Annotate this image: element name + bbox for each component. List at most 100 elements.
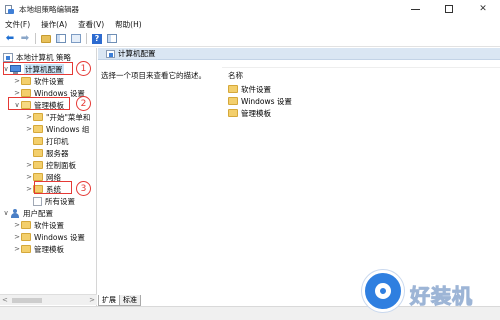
tab-extended-label: 扩展 xyxy=(102,296,116,304)
folder-icon xyxy=(21,89,31,97)
user-icon xyxy=(10,208,20,218)
list-item-admin-templates[interactable]: 管理模板 xyxy=(228,107,271,119)
tree-item-windows-components[interactable]: > Windows 组 xyxy=(25,123,89,135)
expand-icon[interactable]: > xyxy=(13,245,21,253)
folder-icon xyxy=(21,233,31,241)
tree-item-label: 软件设置 xyxy=(34,220,64,230)
folder-icon xyxy=(33,113,43,121)
maximize-icon xyxy=(445,5,453,13)
back-button[interactable]: ⬅ xyxy=(4,33,16,45)
folder-icon xyxy=(33,125,43,133)
collapse-icon[interactable]: ∨ xyxy=(2,209,10,217)
tree-item-label: 服务器 xyxy=(46,148,69,158)
title-bar: 本地组策略编辑器 ✕ xyxy=(0,0,500,18)
window-controls: ✕ xyxy=(398,0,500,18)
policy-icon xyxy=(106,49,115,58)
list-item-label: Windows 设置 xyxy=(241,96,292,106)
back-arrow-icon: ⬅ xyxy=(5,32,15,44)
details-header: 计算机配置 xyxy=(98,48,500,60)
tree-item-software-settings[interactable]: > 软件设置 xyxy=(13,75,64,87)
forward-arrow-icon: ➡ xyxy=(20,32,30,44)
tree-item-user-admin-templates[interactable]: > 管理模板 xyxy=(13,243,64,255)
tree-item-server[interactable]: 服务器 xyxy=(33,147,69,159)
menu-help[interactable]: 帮助(H) xyxy=(115,19,142,30)
tree-item-all-settings[interactable]: 所有设置 xyxy=(33,195,75,207)
console-tree: 本地计算机 策略 ∨ 计算机配置 > 软件设置 > Windows 设置 ∨ 管… xyxy=(0,48,97,308)
annotation-circle-step2: 2 xyxy=(76,96,91,111)
tree-item-label: 用户配置 xyxy=(23,208,53,218)
toolbar: ⬅ ➡ ? xyxy=(0,31,500,47)
list-item-software-settings[interactable]: 软件设置 xyxy=(228,83,271,95)
list-item-label: 管理模板 xyxy=(241,108,271,118)
scroll-right-icon[interactable]: > xyxy=(89,296,95,304)
close-button[interactable]: ✕ xyxy=(466,0,500,18)
expand-icon[interactable]: > xyxy=(13,233,21,241)
watermark-logo-icon xyxy=(362,270,404,312)
folder-icon xyxy=(33,173,43,181)
folder-icon xyxy=(21,77,31,85)
tree-item-user-windows-settings[interactable]: > Windows 设置 xyxy=(13,231,85,243)
folder-icon xyxy=(33,137,43,145)
expand-icon[interactable]: > xyxy=(25,125,33,133)
scroll-thumb[interactable] xyxy=(12,298,42,303)
policy-editor-icon xyxy=(4,4,14,14)
scroll-left-icon[interactable]: < xyxy=(2,296,8,304)
menu-action[interactable]: 操作(A) xyxy=(41,19,67,30)
tree-item-start-menu[interactable]: > "开始"菜单和 xyxy=(25,111,90,123)
tree-item-label: 打印机 xyxy=(46,136,69,146)
show-hide-tree-button[interactable] xyxy=(55,33,67,45)
description-text: 选择一个项目来查看它的描述。 xyxy=(101,71,206,80)
expand-icon[interactable]: > xyxy=(25,161,33,169)
settings-page-icon xyxy=(33,196,42,206)
tree-item-label: 软件设置 xyxy=(34,76,64,86)
expand-icon[interactable]: > xyxy=(13,221,21,229)
expand-icon[interactable]: > xyxy=(25,173,33,181)
annotation-number: 2 xyxy=(80,98,87,109)
tree-item-printers[interactable]: 打印机 xyxy=(33,135,69,147)
expand-icon[interactable]: > xyxy=(13,89,21,97)
forward-button[interactable]: ➡ xyxy=(19,33,31,45)
tree-item-user-config[interactable]: ∨ 用户配置 xyxy=(2,207,53,219)
annotation-number: 3 xyxy=(80,183,87,194)
export-icon xyxy=(71,34,81,43)
toolbar-separator-2 xyxy=(86,33,87,44)
column-header-name[interactable]: 名称 xyxy=(228,70,243,81)
view-tabs: 扩展 标准 xyxy=(98,294,141,306)
close-icon: ✕ xyxy=(479,4,487,14)
expand-icon[interactable]: > xyxy=(25,113,33,121)
menu-view[interactable]: 查看(V) xyxy=(78,19,104,30)
tree-item-label: 管理模板 xyxy=(34,244,64,254)
action-pane-button[interactable] xyxy=(106,33,118,45)
tree-item-label: 控制面板 xyxy=(46,160,76,170)
expand-icon[interactable]: > xyxy=(13,77,21,85)
tab-extended[interactable]: 扩展 xyxy=(98,295,120,306)
tree-item-label: 本地计算机 策略 xyxy=(16,52,71,62)
annotation-circle-step1: 1 xyxy=(76,61,91,76)
folder-icon xyxy=(33,149,43,157)
tree-item-control-panel[interactable]: > 控制面板 xyxy=(25,159,76,171)
toolbar-separator xyxy=(35,33,36,44)
annotation-circle-step3: 3 xyxy=(76,181,91,196)
help-button[interactable]: ? xyxy=(91,33,103,45)
help-icon: ? xyxy=(92,33,102,44)
list-item-windows-settings[interactable]: Windows 设置 xyxy=(228,95,292,107)
tab-standard-label: 标准 xyxy=(123,296,137,304)
window-title: 本地组策略编辑器 xyxy=(19,4,79,14)
tab-standard[interactable]: 标准 xyxy=(119,295,141,306)
folder-up-icon xyxy=(41,34,51,43)
tree-horizontal-scrollbar[interactable]: < > xyxy=(0,294,97,305)
expand-icon[interactable]: > xyxy=(25,185,33,193)
watermark: 好装机 xyxy=(362,268,500,320)
tree-item-user-software-settings[interactable]: > 软件设置 xyxy=(13,219,64,231)
details-header-title: 计算机配置 xyxy=(118,49,156,58)
minimize-button[interactable] xyxy=(398,0,432,18)
list-item-label: 软件设置 xyxy=(241,84,271,94)
menu-file[interactable]: 文件(F) xyxy=(5,19,30,30)
menu-bar: 文件(F) 操作(A) 查看(V) 帮助(H) xyxy=(0,18,500,31)
up-folder-button[interactable] xyxy=(40,33,52,45)
maximize-button[interactable] xyxy=(432,0,466,18)
folder-icon xyxy=(228,109,238,117)
watermark-text: 好装机 xyxy=(410,284,473,309)
tree-item-label: Windows 设置 xyxy=(34,232,85,242)
export-list-button[interactable] xyxy=(70,33,82,45)
